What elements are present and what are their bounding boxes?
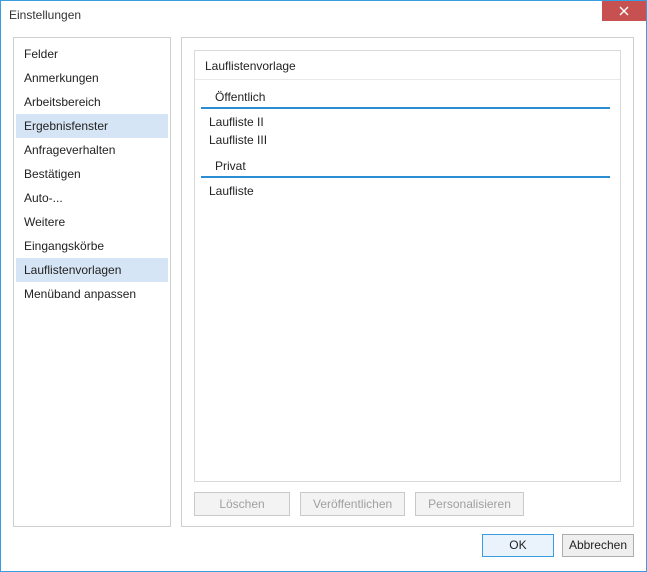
sidebar-item-label: Auto-... <box>24 191 63 205</box>
category-sidebar: Felder Anmerkungen Arbeitsbereich Ergebn… <box>13 37 171 527</box>
template-listbox: Lauflistenvorlage Öffentlich Laufliste I… <box>194 50 621 482</box>
sidebar-item-menueband-anpassen[interactable]: Menüband anpassen <box>16 282 168 306</box>
sidebar-item-anfrageverhalten[interactable]: Anfrageverhalten <box>16 138 168 162</box>
sidebar-item-bestaetigen[interactable]: Bestätigen <box>16 162 168 186</box>
sidebar-item-label: Ergebnisfenster <box>24 119 108 133</box>
list-item[interactable]: Laufliste <box>195 182 620 200</box>
sidebar-item-ergebnisfenster[interactable]: Ergebnisfenster <box>16 114 168 138</box>
list-item[interactable]: Laufliste III <box>195 131 620 149</box>
dialog-body: Felder Anmerkungen Arbeitsbereich Ergebn… <box>1 29 646 527</box>
list-column-header: Lauflistenvorlage <box>195 55 620 80</box>
publish-button[interactable]: Veröffentlichen <box>300 492 405 516</box>
section-header-public: Öffentlich <box>201 84 610 109</box>
action-row: Löschen Veröffentlichen Personalisieren <box>194 482 621 516</box>
list-item[interactable]: Laufliste II <box>195 113 620 131</box>
sidebar-item-eingangskoerbe[interactable]: Eingangskörbe <box>16 234 168 258</box>
sidebar-item-label: Bestätigen <box>24 167 81 181</box>
cancel-button[interactable]: Abbrechen <box>562 534 634 557</box>
sidebar-item-label: Eingangskörbe <box>24 239 104 253</box>
sidebar-item-label: Felder <box>24 47 58 61</box>
titlebar: Einstellungen <box>1 1 646 29</box>
sidebar-item-weitere[interactable]: Weitere <box>16 210 168 234</box>
delete-button[interactable]: Löschen <box>194 492 290 516</box>
section-header-private: Privat <box>201 153 610 178</box>
sidebar-item-felder[interactable]: Felder <box>16 42 168 66</box>
dialog-footer: OK Abbrechen <box>1 527 646 571</box>
sidebar-item-lauflistenvorlagen[interactable]: Lauflistenvorlagen <box>16 258 168 282</box>
main-panel: Lauflistenvorlage Öffentlich Laufliste I… <box>181 37 634 527</box>
personalize-button[interactable]: Personalisieren <box>415 492 524 516</box>
ok-button[interactable]: OK <box>482 534 554 557</box>
sidebar-item-label: Menüband anpassen <box>24 287 136 301</box>
sidebar-item-label: Anfrageverhalten <box>24 143 115 157</box>
sidebar-item-label: Weitere <box>24 215 65 229</box>
close-button[interactable] <box>602 1 646 21</box>
sidebar-item-label: Arbeitsbereich <box>24 95 101 109</box>
sidebar-item-label: Lauflistenvorlagen <box>24 263 121 277</box>
sidebar-item-label: Anmerkungen <box>24 71 99 85</box>
settings-window: Einstellungen Felder Anmerkungen Arbeits… <box>0 0 647 572</box>
close-icon <box>619 6 629 16</box>
sidebar-item-anmerkungen[interactable]: Anmerkungen <box>16 66 168 90</box>
sidebar-item-auto[interactable]: Auto-... <box>16 186 168 210</box>
window-title: Einstellungen <box>9 8 602 22</box>
sidebar-item-arbeitsbereich[interactable]: Arbeitsbereich <box>16 90 168 114</box>
